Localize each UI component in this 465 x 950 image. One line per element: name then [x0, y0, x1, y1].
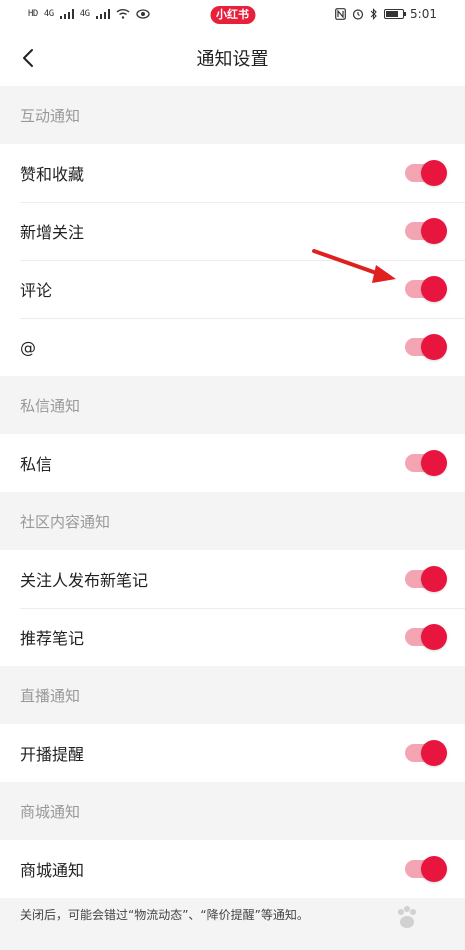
section-header-private-message: 私信通知 [0, 376, 465, 434]
status-time: 5:01 [410, 7, 437, 21]
toggle-knob [421, 624, 447, 650]
nfc-icon [335, 8, 346, 20]
new-followers-toggle[interactable] [405, 218, 447, 244]
section-header-community: 社区内容通知 [0, 492, 465, 550]
page-title: 通知设置 [196, 49, 269, 70]
section-header-live: 直播通知 [0, 666, 465, 724]
toggle-knob [421, 856, 447, 882]
status-left-indicators: HD 4G 4G [28, 8, 150, 19]
live-reminder-toggle[interactable] [405, 740, 447, 766]
watermark-paw-icon [361, 898, 453, 938]
toggle-knob [421, 740, 447, 766]
section-header-interaction: 互动通知 [0, 86, 465, 144]
toggle-knob [421, 276, 447, 302]
setting-label: 推荐笔记 [20, 629, 85, 648]
private-message-toggle[interactable] [405, 450, 447, 476]
setting-row-mentions: @ [0, 318, 465, 376]
setting-row-likes-collections: 赞和收藏 [0, 144, 465, 202]
recommended-notes-toggle[interactable] [405, 624, 447, 650]
chevron-left-icon[interactable] [18, 48, 38, 68]
eye-icon [135, 8, 150, 19]
followed-new-notes-toggle[interactable] [405, 566, 447, 592]
signal-4g-indicator-1: 4G [43, 8, 54, 19]
wifi-icon [116, 9, 129, 19]
bluetooth-icon [370, 8, 377, 20]
toggle-knob [421, 160, 447, 186]
setting-label: 私信 [20, 455, 53, 474]
setting-row-private-message: 私信 [0, 434, 465, 492]
signal-icon-2 [95, 8, 110, 19]
setting-row-recommended-notes: 推荐笔记 [0, 608, 465, 666]
mentions-toggle[interactable] [405, 334, 447, 360]
likes-collections-toggle[interactable] [405, 160, 447, 186]
toggle-knob [421, 218, 447, 244]
setting-row-followed-new-notes: 关注人发布新笔记 [0, 550, 465, 608]
signal-icon [59, 8, 74, 19]
comments-toggle[interactable] [405, 276, 447, 302]
alarm-icon [352, 9, 364, 20]
setting-row-live-reminder: 开播提醒 [0, 724, 465, 782]
setting-label: 评论 [20, 281, 53, 300]
nav-bar: 通知设置 [0, 30, 465, 86]
setting-label: @ [20, 337, 36, 357]
setting-label: 开播提醒 [20, 745, 85, 764]
setting-label: 新增关注 [20, 223, 85, 242]
app-badge: 小红书 [210, 6, 255, 24]
footer-note: 关闭后，可能会错过“物流动态”、“降价提醒”等通知。 [20, 908, 309, 922]
toggle-knob [421, 334, 447, 360]
status-bar: HD 4G 4G 小红书 5:01 [0, 0, 465, 30]
mall-toggle[interactable] [405, 856, 447, 882]
setting-label: 商城通知 [20, 861, 85, 880]
signal-4g-indicator-2: 4G [79, 8, 90, 19]
setting-label: 赞和收藏 [20, 165, 85, 184]
battery-icon [384, 9, 407, 19]
setting-row-mall: 商城通知 [0, 840, 465, 898]
setting-label: 关注人发布新笔记 [20, 571, 149, 590]
toggle-knob [421, 450, 447, 476]
annotation-arrow-icon [312, 249, 396, 283]
toggle-knob [421, 566, 447, 592]
status-right-indicators: 5:01 [335, 7, 437, 21]
section-header-mall: 商城通知 [0, 782, 465, 840]
hd-indicator: HD [28, 8, 38, 19]
